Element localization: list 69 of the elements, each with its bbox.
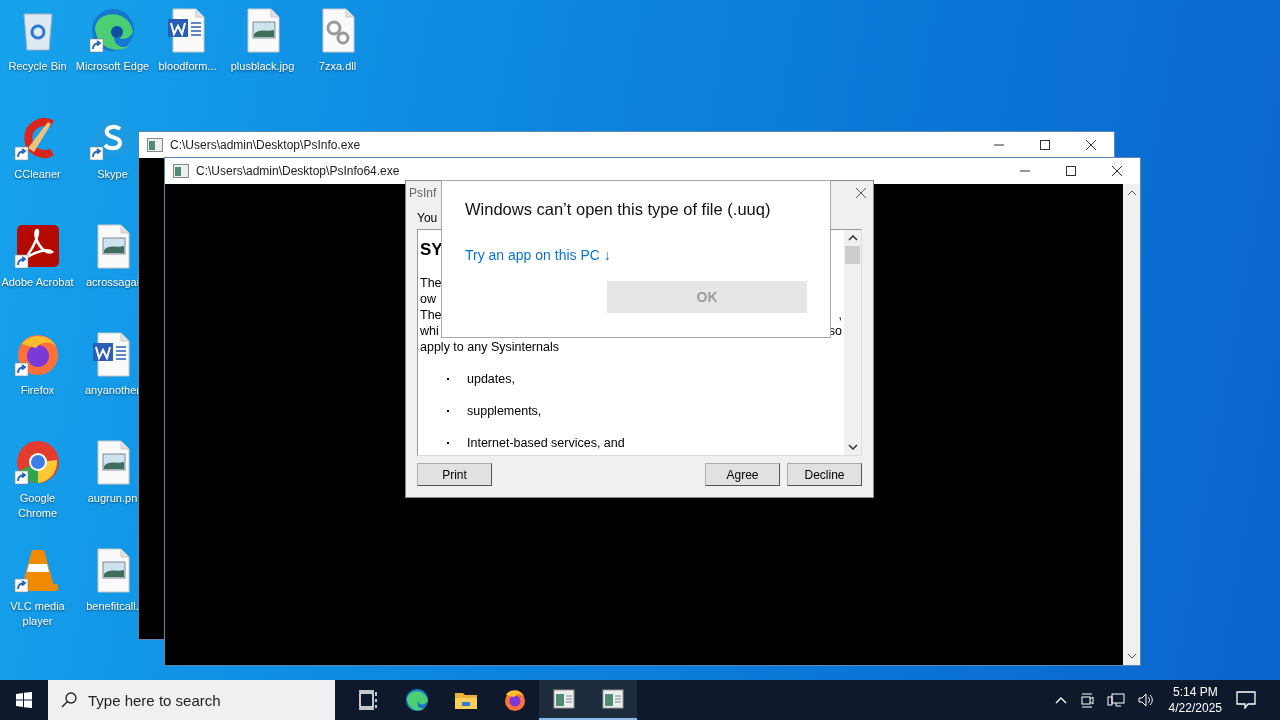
license-text: The	[420, 307, 442, 323]
network-icon[interactable]	[1106, 692, 1125, 708]
dialog-button[interactable]: Print	[417, 463, 492, 486]
app-window-icon	[147, 138, 163, 152]
clock-time[interactable]: 5:14 PM	[1172, 684, 1218, 700]
chevron-down-icon[interactable]	[847, 444, 858, 450]
maximize-icon[interactable]	[1065, 165, 1077, 177]
dialog-button[interactable]: Decline	[787, 463, 862, 486]
license-text: supplements,	[467, 403, 542, 419]
browser-icon[interactable]	[13, 438, 62, 486]
desktop-icon-label[interactable]: Skype	[97, 167, 128, 182]
license-text: The	[420, 275, 442, 291]
bullet-mark	[447, 442, 449, 444]
license-text: Internet-based services, and	[467, 435, 625, 451]
desktop-icon-label[interactable]: bloodform...	[158, 59, 217, 74]
desktop-icon-label[interactable]: Firefox	[20, 383, 55, 398]
chevron-up-icon[interactable]	[847, 235, 858, 241]
chevron-up-icon[interactable]	[1126, 190, 1137, 196]
window-title: C:\Users\admin\Desktop\PsInfo.exe	[170, 138, 361, 152]
dialog-title: PsInf	[409, 186, 437, 200]
window-title: C:\Users\admin\Desktop\PsInfo64.exe	[196, 164, 400, 178]
license-text: ow	[420, 291, 436, 307]
camera-icon[interactable]	[1078, 692, 1095, 708]
dialog-title: Windows can’t open this type of file (.uuq)	[465, 200, 771, 219]
scrollbar[interactable]	[1123, 184, 1140, 665]
license-text: whi	[420, 323, 439, 339]
desktop-icon-label[interactable]: plusblack.jpg	[230, 59, 295, 74]
close-icon[interactable]	[855, 187, 867, 199]
start-icon[interactable]	[16, 692, 32, 708]
clock-date[interactable]: 4/22/2025	[1168, 700, 1222, 716]
notification-icon[interactable]	[1236, 691, 1256, 709]
pdf-app-icon[interactable]	[13, 222, 62, 270]
scrollbar[interactable]	[844, 230, 861, 455]
app-window-icon	[600, 687, 625, 711]
desktop-icon-label[interactable]: acrossagai	[85, 275, 140, 290]
search-field[interactable]: Type here to search	[48, 680, 335, 720]
desktop-icon-label[interactable]: CCleaner	[14, 167, 61, 182]
desktop-icon-label[interactable]: 7zxa.dll	[318, 59, 357, 74]
close-icon[interactable]	[1085, 139, 1097, 151]
swirl-icon[interactable]	[88, 6, 137, 54]
license-heading: SY	[420, 239, 443, 261]
desktop-icon-label[interactable]: augrun.pn	[87, 491, 138, 506]
bullet-mark	[447, 378, 449, 380]
maximize-icon[interactable]	[1039, 139, 1051, 151]
app-window-icon	[173, 164, 189, 178]
desktop-icon-label[interactable]: Microsoft Edge	[75, 59, 150, 74]
dialog-label: You	[417, 211, 438, 225]
desktop-icon-label[interactable]: Google Chrome	[0, 491, 75, 521]
swirl-icon	[404, 688, 429, 712]
app-window-icon	[551, 687, 576, 711]
close-icon[interactable]	[1111, 165, 1123, 177]
search-icon	[61, 692, 77, 708]
license-text: updates,	[467, 371, 515, 387]
desktop-icon-label[interactable]: benefitcall.	[86, 599, 139, 614]
desktop-icon-label[interactable]: anyanother	[84, 383, 140, 398]
taskbar-button[interactable]	[539, 680, 588, 720]
taskbar-button[interactable]	[588, 680, 637, 720]
fox-globe-icon	[502, 688, 527, 712]
license-text: ,	[838, 307, 842, 323]
desktop-icon-label[interactable]: VLC media player	[0, 599, 75, 629]
scroll-thumb[interactable]	[845, 246, 860, 264]
bullet-mark	[447, 410, 449, 412]
chevron-down-icon[interactable]	[1126, 653, 1137, 659]
volume-icon[interactable]	[1136, 692, 1155, 708]
dialog-button[interactable]: Agree	[705, 463, 780, 486]
license-text: apply to any Sysinternals	[420, 339, 559, 355]
desktop-icon-label[interactable]: Adobe Acrobat	[1, 275, 74, 290]
desktop-icon-label[interactable]: Recycle Bin	[8, 59, 67, 74]
app-suggestion-link[interactable]: Try an app on this PC ↓	[465, 247, 611, 263]
